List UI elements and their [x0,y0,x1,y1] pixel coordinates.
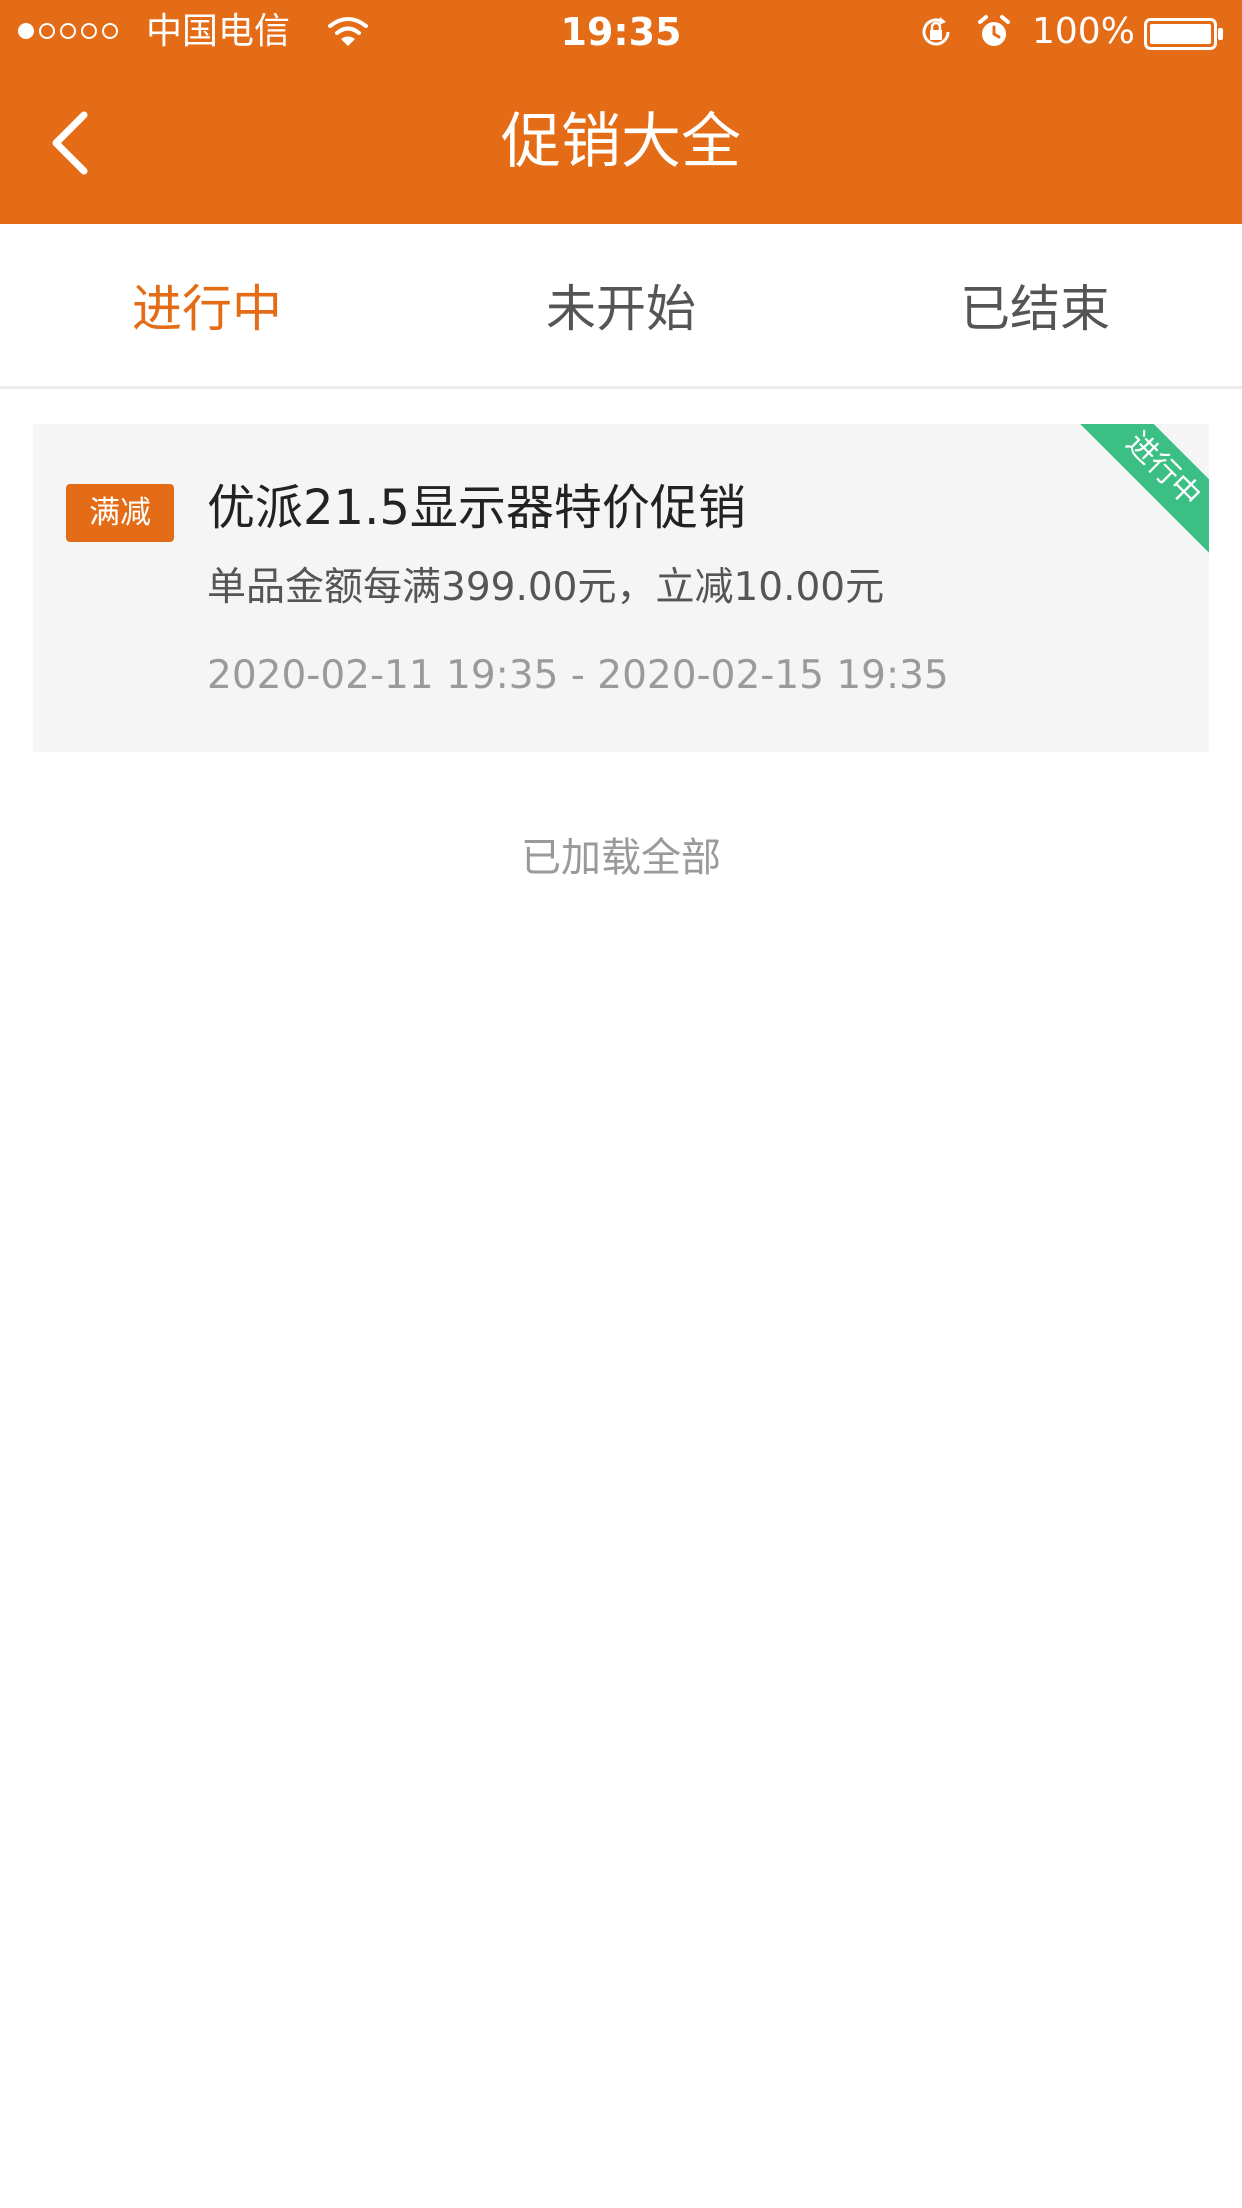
status-tabs: 进行中 未开始 已结束 [0,224,1242,389]
promotion-type-badge: 满减 [66,484,174,542]
page-title: 促销大全 [501,107,741,177]
battery-percent: 100% [1032,11,1135,52]
tab-not-started[interactable]: 未开始 [414,224,828,386]
status-bar: 中国电信 19:35 100% [0,0,1242,64]
promotion-rule: 单品金额每满399.00元，立减10.00元 [207,565,885,610]
promotions-screen: 中国电信 19:35 100% 促销大全 进行中 未开始 已结束 满减 优派21… [0,0,1242,2208]
promotion-period: 2020-02-11 19:35 - 2020-02-15 19:35 [207,653,949,698]
header: 中国电信 19:35 100% 促销大全 [0,0,1242,224]
promotion-card[interactable]: 满减 优派21.5显示器特价促销 单品金额每满399.00元，立减10.00元 … [33,424,1209,752]
tab-in-progress[interactable]: 进行中 [0,224,414,386]
nav-bar: 促销大全 [0,64,1242,224]
tab-ended[interactable]: 已结束 [828,224,1242,386]
list-end-text: 已加载全部 [521,835,721,881]
battery-icon [1144,18,1223,50]
promotion-title: 优派21.5显示器特价促销 [207,480,746,536]
status-ribbon: 进行中 [1052,424,1209,581]
rotation-lock-icon [922,17,950,46]
alarm-icon [978,15,1010,46]
